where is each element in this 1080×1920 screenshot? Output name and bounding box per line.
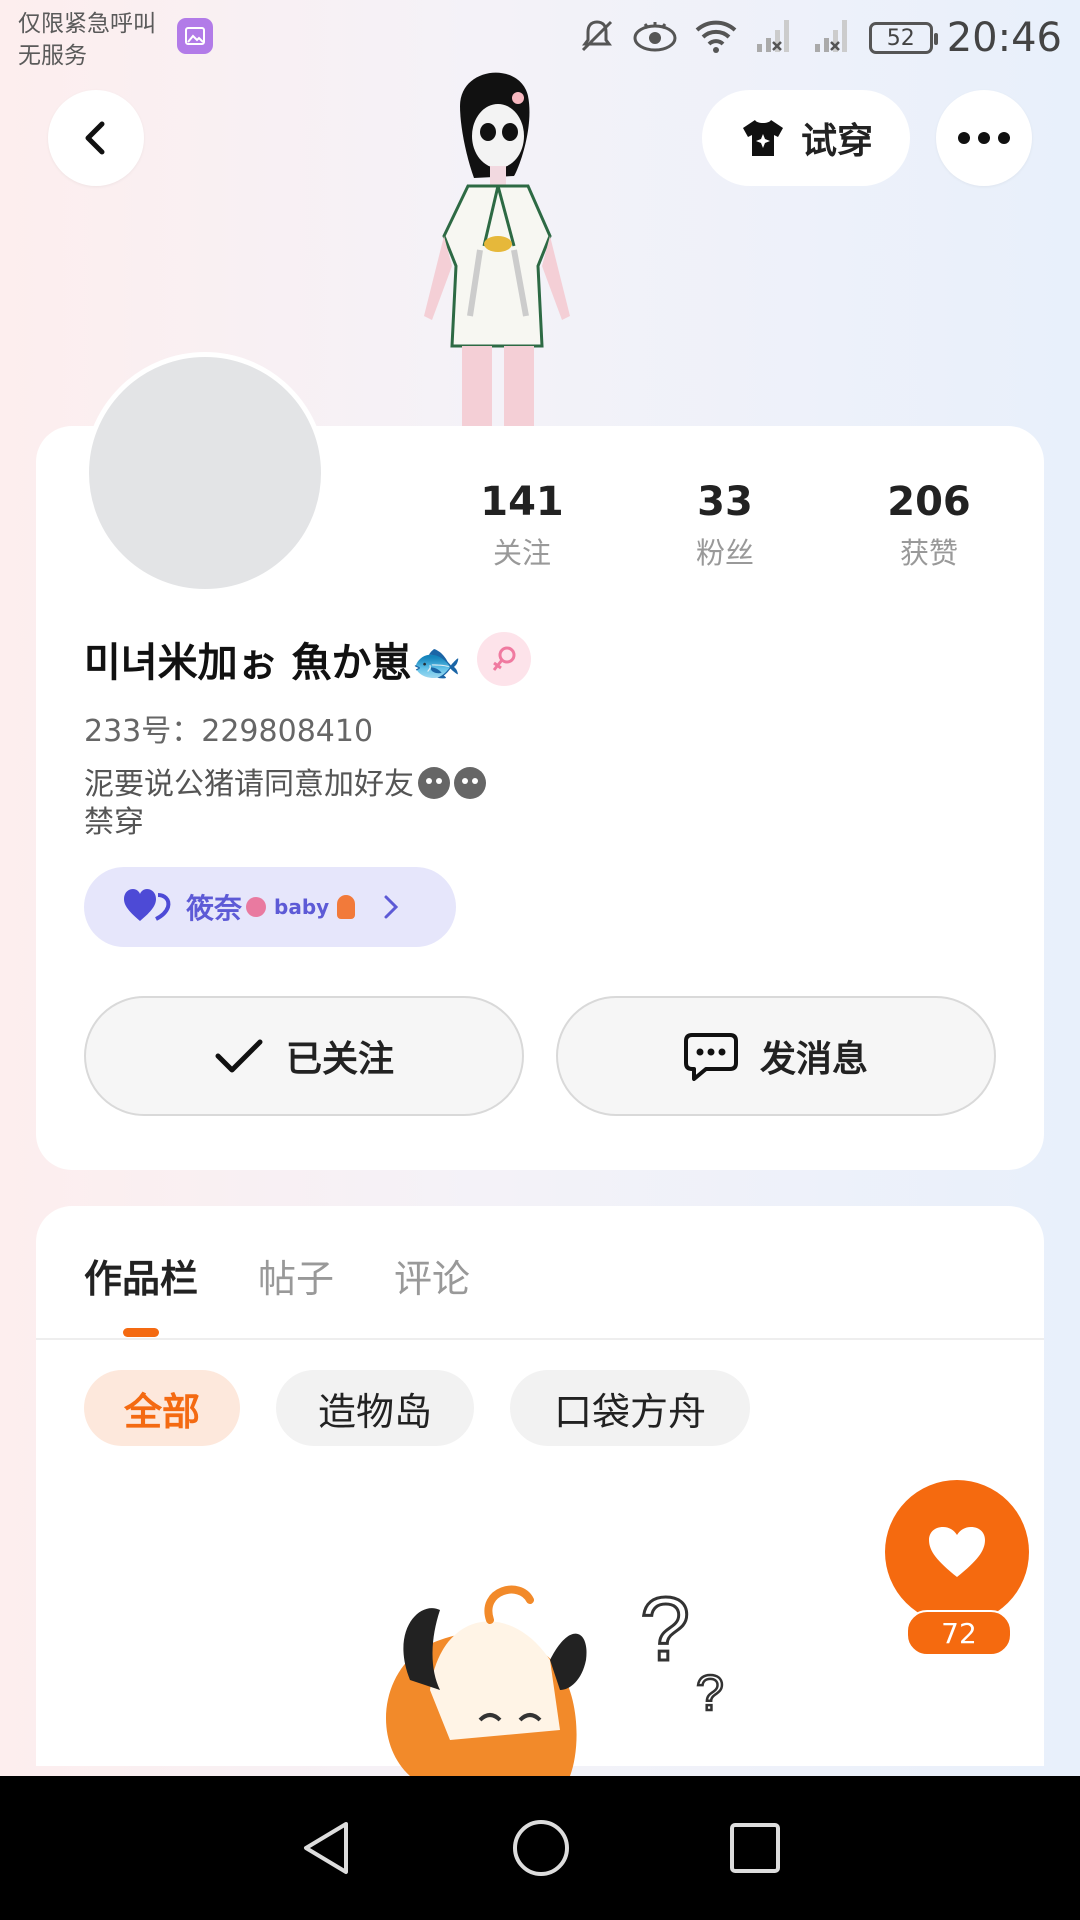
eye-icon <box>631 16 679 60</box>
stat-following[interactable]: 141 关注 <box>442 478 602 572</box>
face-emoji-icon <box>418 767 450 799</box>
status-icons: 52 20:46 <box>577 10 1062 66</box>
avatar-figure[interactable] <box>410 66 670 426</box>
tab-works[interactable]: 作品栏 <box>84 1248 198 1303</box>
like-button[interactable] <box>885 1480 1029 1624</box>
stat-likes-label: 获赞 <box>899 536 958 570</box>
follow-button[interactable]: 已关注 <box>84 996 524 1116</box>
system-nav-bar <box>0 1776 1080 1920</box>
gallery-icon <box>177 18 213 54</box>
face-emoji-icon <box>454 767 486 799</box>
signal-icon <box>753 16 797 60</box>
chip-all[interactable]: 全部 <box>84 1370 240 1446</box>
mascot-illustration: ? ? <box>386 1579 725 1776</box>
tab-posts[interactable]: 帖子 <box>258 1248 334 1303</box>
avatar[interactable] <box>84 352 326 594</box>
nav-recents-icon[interactable] <box>728 1821 782 1875</box>
signal-icon-2 <box>811 16 855 60</box>
chip-pocket-ark[interactable]: 口袋方舟 <box>510 1370 750 1446</box>
try-on-button[interactable]: 试穿 <box>702 90 910 186</box>
battery-icon: 52 <box>868 22 938 54</box>
message-label: 发消息 <box>759 1039 868 1080</box>
stat-following-count: 141 <box>480 479 564 525</box>
carrier-line-2: 无服务 <box>18 43 87 69</box>
svg-text:?: ? <box>640 1580 690 1680</box>
more-button[interactable] <box>936 90 1032 186</box>
stat-following-label: 关注 <box>492 536 551 570</box>
nav-back-icon[interactable] <box>298 1818 354 1878</box>
stat-likes[interactable]: 206 获赞 <box>849 478 1009 572</box>
profile-name-row: 미녀米加ぉ 魚か崽🐟 <box>84 630 532 688</box>
cp-name: 筱奈 <box>186 892 243 925</box>
stat-followers-label: 粉丝 <box>695 536 754 570</box>
nav-home-icon[interactable] <box>511 1818 571 1878</box>
message-button[interactable]: 发消息 <box>556 996 996 1116</box>
tab-comments[interactable]: 评论 <box>394 1248 470 1303</box>
bio-line-1: 泥要说公猪请同意加好友 <box>84 767 414 802</box>
tab-divider <box>36 1338 1044 1340</box>
flower-icon <box>246 897 267 917</box>
female-icon <box>477 632 532 686</box>
user-id: 233号：229808410 <box>84 714 374 749</box>
carrier-status: 仅限紧急呼叫 无服务 <box>18 8 156 72</box>
bio-line-2: 禁穿 <box>84 805 144 840</box>
stat-likes-count: 206 <box>887 479 971 525</box>
bio: 泥要说公猪请同意加好友 禁穿 <box>84 766 486 842</box>
back-button[interactable] <box>48 90 144 186</box>
cp-suffix: baby <box>274 895 330 919</box>
more-icon <box>958 132 1010 144</box>
heart-icon <box>929 1527 985 1577</box>
chevron-right-icon <box>384 895 399 919</box>
stat-followers[interactable]: 33 粉丝 <box>645 478 805 572</box>
clock: 20:46 <box>946 15 1062 61</box>
follow-label: 已关注 <box>285 1039 394 1080</box>
tab-indicator <box>123 1328 159 1337</box>
try-on-label: 试穿 <box>800 121 873 162</box>
stat-followers-count: 33 <box>697 479 753 525</box>
chat-bubble-icon <box>683 1033 738 1081</box>
mute-icon <box>577 16 617 60</box>
like-count: 72 <box>906 1610 1012 1656</box>
shirt-icon <box>742 120 783 156</box>
carrier-line-1: 仅限紧急呼叫 <box>18 11 156 37</box>
chevron-left-icon <box>85 121 105 155</box>
cp-badge[interactable]: 筱奈 baby <box>84 867 456 947</box>
svg-text:?: ? <box>696 1665 724 1721</box>
double-heart-icon <box>124 889 171 921</box>
check-icon <box>215 1039 263 1073</box>
username: 미녀米加ぉ 魚か崽🐟 <box>84 640 462 686</box>
tulip-icon <box>337 895 356 919</box>
wifi-icon <box>693 16 739 60</box>
chip-creation-island[interactable]: 造物岛 <box>276 1370 474 1446</box>
